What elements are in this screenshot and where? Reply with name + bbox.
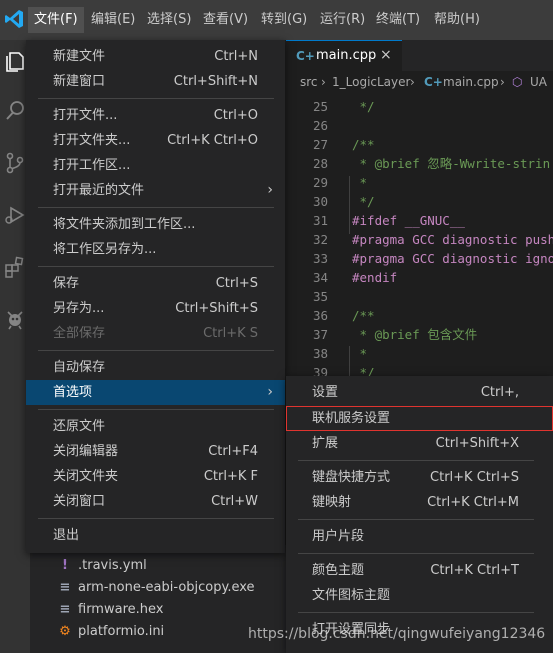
code-line: 38 * [312, 346, 368, 361]
menu-item-save-all: 全部保存 Ctrl+K S [53, 326, 258, 341]
breadcrumb-item[interactable]: main.cpp [443, 75, 499, 89]
file-menu-dropdown: 新建文件 Ctrl+N 新建窗口 Ctrl+Shift+N 打开文件... Ctrl+… [26, 40, 285, 553]
code-line: 31 #ifdef __GNUC__ [312, 213, 465, 228]
menu-separator [38, 409, 274, 410]
menu-item-open-file[interactable]: 打开文件... Ctrl+O [26, 103, 285, 128]
menu-item-new-window[interactable]: 新建窗口 Ctrl+Shift+N [26, 69, 285, 94]
menu-help[interactable]: 帮助(H) [428, 7, 486, 33]
menu-item-close-folder[interactable]: 关闭文件夹 Ctrl+K F [26, 464, 285, 489]
chevron-right-icon: › [267, 182, 273, 198]
menu-separator [38, 518, 274, 519]
yaml-file-icon: ! [62, 558, 68, 573]
editor-tab-bar: C+ main.cpp × [286, 40, 553, 71]
list-item[interactable]: ⚙ platformio.ini [58, 621, 164, 643]
code-line: 36/** [312, 308, 375, 323]
code-line: 30 */ [312, 194, 375, 209]
chevron-right-icon: › [267, 384, 273, 400]
code-line: 27/** [312, 137, 375, 152]
menu-separator [38, 350, 274, 351]
tab-label: main.cpp [316, 48, 377, 63]
submenu-item-settings[interactable]: 设置 Ctrl+, [286, 380, 553, 405]
run-debug-icon[interactable] [2, 202, 28, 228]
list-item[interactable]: ≡ firmware.hex [58, 599, 164, 621]
menu-file[interactable]: 文件(F) [28, 7, 84, 33]
submenu-item-user-snippets[interactable]: 用户片段 [286, 524, 553, 549]
vscode-logo-icon[interactable] [3, 8, 25, 30]
menu-selection[interactable]: 选择(S) [141, 7, 197, 33]
menu-item-preferences[interactable]: 首选项 › [26, 380, 285, 405]
preferences-submenu: 设置 Ctrl+, 联机服务设置 扩展 Ctrl+Shift+X 键盘快捷方式 Ctr… [286, 376, 553, 653]
menu-separator [298, 460, 534, 461]
list-item[interactable]: ≡ arm-none-eabi-objcopy.exe [58, 577, 255, 599]
menu-item-save[interactable]: 保存 Ctrl+S [26, 271, 285, 296]
menu-terminal[interactable]: 终端(T) [370, 7, 426, 33]
menu-item-open-workspace[interactable]: 打开工作区... [26, 153, 285, 178]
code-line: 32 #pragma GCC diagnostic push [312, 232, 553, 247]
menu-separator [38, 266, 274, 267]
menu-item-exit[interactable]: 退出 [26, 523, 285, 548]
code-line: 28 * @brief 忽略-Wwrite-strin [312, 156, 551, 171]
submenu-item-color-theme[interactable]: 颜色主题 Ctrl+K Ctrl+T [286, 558, 553, 583]
submenu-item-file-icon-theme[interactable]: 文件图标主题 [286, 583, 553, 608]
submenu-item-online-services-settings[interactable]: 联机服务设置 [286, 406, 553, 431]
class-symbol-icon: ⬡ [512, 75, 523, 89]
gear-icon: ⚙ [59, 624, 71, 639]
menu-item-auto-save[interactable]: 自动保存 [26, 355, 285, 380]
menu-go[interactable]: 转到(G) [255, 7, 313, 33]
menu-item-revert-file[interactable]: 还原文件 [26, 414, 285, 439]
chevron-right-icon: › [500, 75, 505, 89]
menu-item-open-recent[interactable]: 打开最近的文件 › [26, 178, 285, 203]
code-line: 25 */ [312, 99, 375, 114]
list-item[interactable]: ! .travis.yml [58, 555, 147, 577]
menu-item-open-folder[interactable]: 打开文件夹... Ctrl+K Ctrl+O [26, 128, 285, 153]
menu-separator [298, 612, 534, 613]
menu-edit[interactable]: 编辑(E) [85, 7, 141, 33]
menu-separator [38, 98, 274, 99]
platformio-icon[interactable] [2, 306, 28, 332]
file-icon: ≡ [59, 580, 71, 595]
submenu-item-extensions[interactable]: 扩展 Ctrl+Shift+X [286, 431, 553, 456]
close-icon[interactable]: × [380, 47, 392, 63]
code-line: 35 [312, 289, 328, 304]
menu-run[interactable]: 运行(R) [314, 7, 371, 33]
code-line: 37 * @brief 包含文件 [312, 327, 478, 342]
breadcrumb-item[interactable]: 1_LogicLayer [332, 75, 410, 89]
breadcrumb-item[interactable]: src [300, 75, 318, 89]
menu-separator [38, 207, 274, 208]
extensions-icon[interactable] [2, 254, 28, 280]
submenu-item-keyboard-shortcuts[interactable]: 键盘快捷方式 Ctrl+K Ctrl+S [286, 465, 553, 490]
chevron-right-icon: › [410, 75, 415, 89]
menu-item-close-editor[interactable]: 关闭编辑器 Ctrl+F4 [26, 439, 285, 464]
title-bar: 文件(F) 编辑(E) 选择(S) 查看(V) 转到(G) 运行(R) 终端(T… [0, 0, 553, 40]
file-icon: ≡ [59, 602, 71, 617]
menu-separator [298, 553, 534, 554]
menu-item-save-workspace-as[interactable]: 将工作区另存为... [26, 237, 285, 262]
menu-separator [298, 519, 534, 520]
menu-view[interactable]: 查看(V) [197, 7, 254, 33]
chevron-right-icon: › [321, 75, 326, 89]
breadcrumb: src › 1_LogicLayer › C+ main.cpp › ⬡ UA [286, 71, 553, 93]
tab-main-cpp[interactable]: C+ main.cpp × [286, 40, 402, 71]
code-line: 29 * [312, 175, 368, 190]
code-line: 26 [312, 118, 328, 133]
menu-item-save-as[interactable]: 另存为... Ctrl+Shift+S [26, 296, 285, 321]
cpp-file-icon: C+ [296, 49, 315, 63]
submenu-item-keymaps[interactable]: 键映射 Ctrl+K Ctrl+M [286, 490, 553, 515]
menu-item-close-window[interactable]: 关闭窗口 Ctrl+W [26, 489, 285, 514]
code-line: 34 #endif [312, 270, 398, 285]
menu-item-new-file[interactable]: 新建文件 Ctrl+N [26, 44, 285, 69]
code-line: 33 #pragma GCC diagnostic igno [312, 251, 553, 266]
menu-item-add-folder-to-workspace[interactable]: 将文件夹添加到工作区... [26, 212, 285, 237]
search-icon[interactable] [2, 98, 28, 124]
source-control-icon[interactable] [2, 150, 28, 176]
watermark: https://blog.csdn.net/qingwufeiyang12346 [248, 626, 546, 642]
cpp-file-icon: C+ [424, 75, 443, 89]
breadcrumb-item[interactable]: UA [530, 75, 547, 89]
explorer-icon[interactable] [2, 48, 28, 74]
